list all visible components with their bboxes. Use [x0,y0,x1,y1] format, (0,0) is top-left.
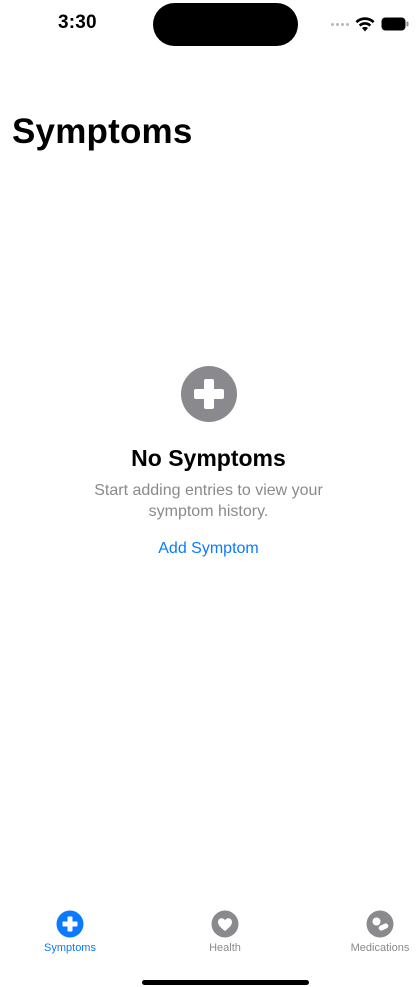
wifi-icon [355,16,375,31]
empty-state: No Symptoms Start adding entries to view… [0,366,417,558]
home-indicator [142,980,309,985]
tab-medications[interactable]: Medications [330,910,417,954]
empty-state-title: No Symptoms [131,445,286,471]
cellular-signal-icon [331,22,349,26]
tab-label-symptoms: Symptoms [44,942,96,954]
tab-label-health: Health [209,942,241,954]
dynamic-island [153,3,298,46]
add-symptom-button[interactable]: Add Symptom [158,540,258,558]
tab-symptoms[interactable]: Symptoms [20,910,120,954]
plus-circle-icon [180,366,237,422]
tab-bar: Symptoms Health Medications [0,900,417,987]
heart-icon [211,910,239,938]
empty-state-message: Start adding entries to view your sympto… [94,482,323,520]
pills-icon [366,910,394,938]
status-time: 3:30 [58,12,97,33]
page-title: Symptoms [12,112,193,151]
battery-icon [381,17,409,31]
tab-label-medications: Medications [350,942,410,954]
tab-health[interactable]: Health [175,910,275,954]
status-indicators [331,14,409,34]
plus-circle-icon [56,910,84,938]
status-bar: 3:30 [0,0,417,50]
